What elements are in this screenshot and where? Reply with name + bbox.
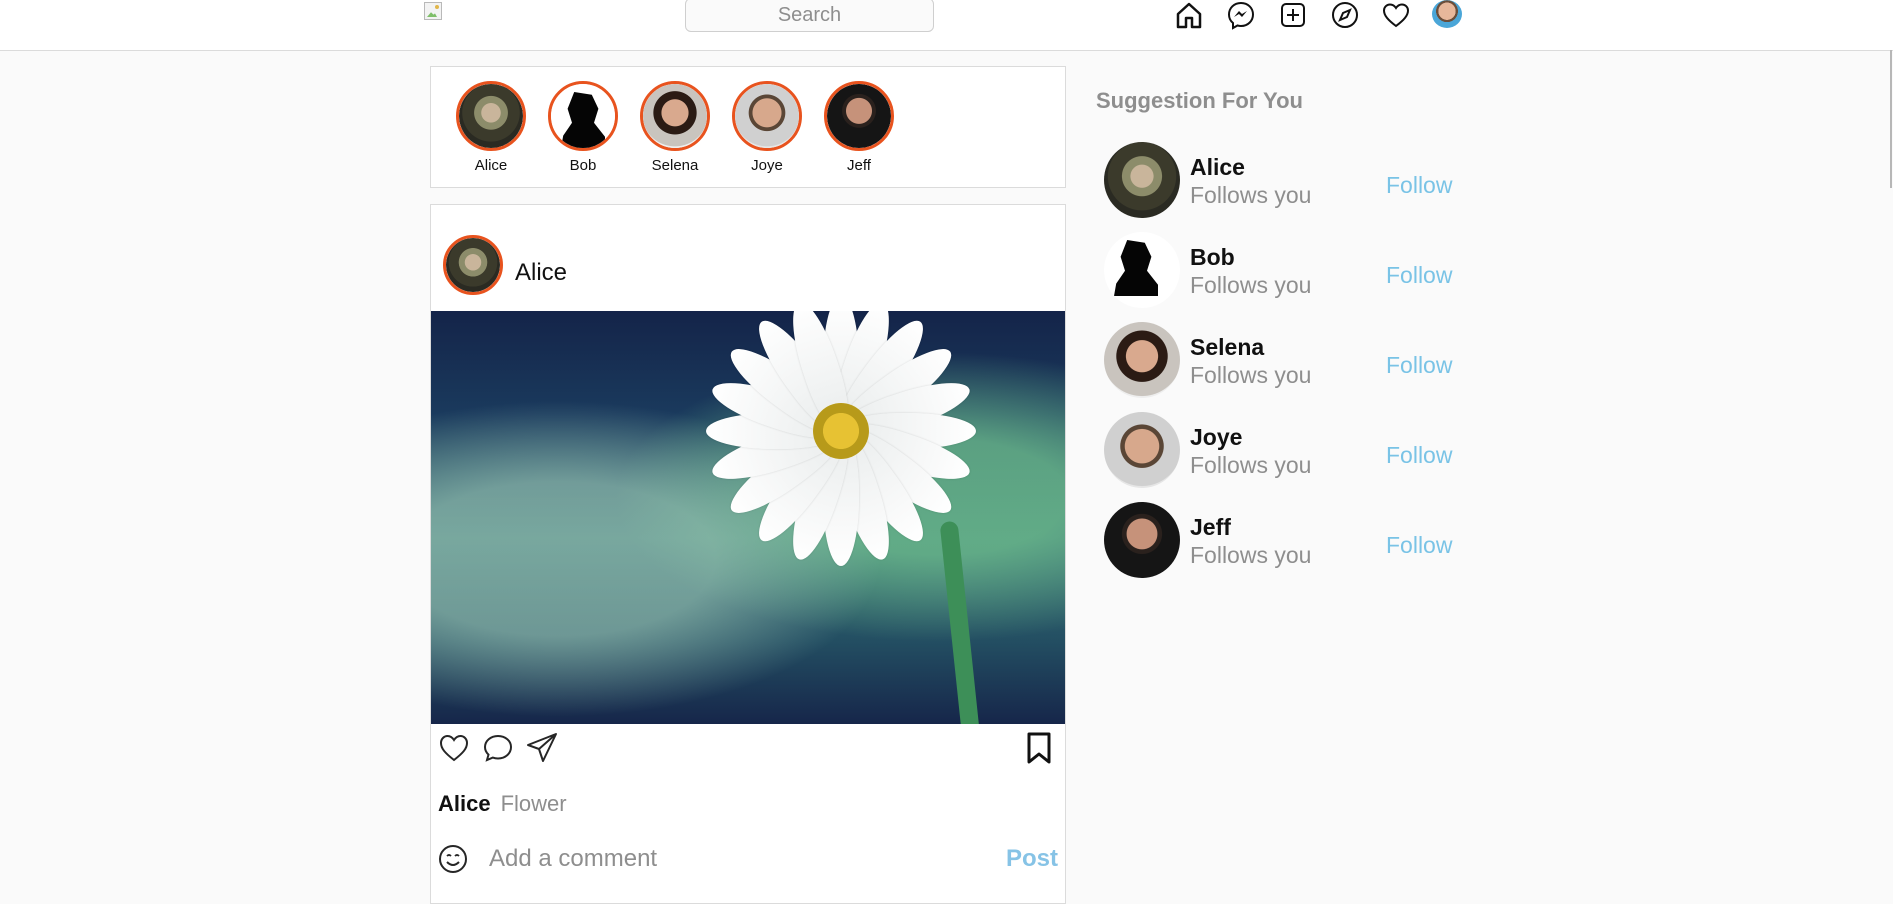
suggestion-subtitle: Follows you xyxy=(1190,542,1312,568)
avatar[interactable] xyxy=(1104,412,1180,488)
suggestion-name[interactable]: Jeff xyxy=(1190,514,1231,541)
suggestion-subtitle: Follows you xyxy=(1190,182,1312,208)
post-author-avatar[interactable] xyxy=(443,235,503,295)
search-input[interactable] xyxy=(685,0,934,32)
post-username[interactable]: Alice xyxy=(515,259,567,287)
story-avatar-ring xyxy=(456,81,526,151)
suggestions-panel: Suggestion For You Alice Follows you Fol… xyxy=(1096,88,1476,578)
suggestion-name[interactable]: Bob xyxy=(1190,244,1235,271)
avatar xyxy=(735,84,799,148)
suggestion-item: Selena Follows you Follow xyxy=(1104,322,1476,398)
new-post-icon[interactable] xyxy=(1278,0,1308,30)
story-name: Joye xyxy=(751,157,783,174)
follow-button[interactable]: Follow xyxy=(1386,172,1452,199)
avatar[interactable] xyxy=(1104,502,1180,578)
suggestion-name[interactable]: Selena xyxy=(1190,334,1264,361)
share-send-icon[interactable] xyxy=(525,731,559,765)
story-name: Alice xyxy=(474,157,508,174)
flower-stem xyxy=(939,520,981,724)
top-navigation-bar xyxy=(0,0,1893,51)
suggestion-subtitle: Follows you xyxy=(1190,272,1312,298)
caption-text: Flower xyxy=(500,791,567,816)
story-bob[interactable]: Bob xyxy=(543,81,623,174)
avatar xyxy=(446,238,500,292)
emoji-smile-icon[interactable] xyxy=(437,843,469,875)
avatar xyxy=(643,84,707,148)
avatar[interactable] xyxy=(1104,142,1180,218)
suggestion-item: Joye Follows you Follow xyxy=(1104,412,1476,488)
story-avatar-ring xyxy=(732,81,802,151)
story-name: Jeff xyxy=(847,157,871,174)
caption-username[interactable]: Alice xyxy=(438,791,491,816)
flower-center xyxy=(813,403,869,459)
suggestion-item: Bob Follows you Follow xyxy=(1104,232,1476,308)
suggestion-subtitle: Follows you xyxy=(1190,452,1312,478)
suggestions-title: Suggestion For You xyxy=(1096,88,1303,113)
post-image[interactable] xyxy=(431,311,1065,724)
comment-input[interactable] xyxy=(489,843,959,875)
follow-button[interactable]: Follow xyxy=(1386,352,1452,379)
story-avatar-ring xyxy=(640,81,710,151)
follow-button[interactable]: Follow xyxy=(1386,262,1452,289)
suggestion-name[interactable]: Alice xyxy=(1190,154,1245,181)
avatar[interactable] xyxy=(1104,232,1180,308)
suggestion-name[interactable]: Joye xyxy=(1190,424,1242,451)
story-avatar-ring xyxy=(548,81,618,151)
avatar xyxy=(459,84,523,148)
story-name: Selena xyxy=(651,157,699,174)
story-name: Bob xyxy=(569,157,597,174)
stories-tray: Alice Bob Selena Joye Jeff xyxy=(430,66,1066,188)
suggestion-item: Alice Follows you Follow xyxy=(1104,142,1476,218)
logo-broken-image-icon[interactable] xyxy=(424,2,446,22)
story-avatar-ring xyxy=(824,81,894,151)
scrollbar[interactable] xyxy=(1890,50,1892,188)
follow-button[interactable]: Follow xyxy=(1386,442,1452,469)
avatar xyxy=(827,84,891,148)
story-alice[interactable]: Alice xyxy=(451,81,531,174)
avatar xyxy=(551,84,615,148)
explore-icon[interactable] xyxy=(1330,0,1360,30)
like-heart-icon[interactable] xyxy=(437,731,471,765)
story-jeff[interactable]: Jeff xyxy=(819,81,899,174)
story-selena[interactable]: Selena xyxy=(635,81,715,174)
post-card: Alice Alice Flower Add a comment Post xyxy=(430,204,1066,904)
story-joye[interactable]: Joye xyxy=(727,81,807,174)
avatar[interactable] xyxy=(1104,322,1180,398)
suggestion-item: Jeff Follows you Follow xyxy=(1104,502,1476,578)
messenger-icon[interactable] xyxy=(1226,0,1256,30)
home-icon[interactable] xyxy=(1174,0,1204,30)
comment-icon[interactable] xyxy=(481,731,515,765)
activity-heart-icon[interactable] xyxy=(1381,0,1411,30)
suggestion-subtitle: Follows you xyxy=(1190,362,1312,388)
add-comment-row: Post xyxy=(431,839,1065,883)
follow-button[interactable]: Follow xyxy=(1386,532,1452,559)
profile-avatar[interactable] xyxy=(1432,0,1462,28)
post-caption: Alice Flower xyxy=(438,791,567,817)
post-comment-button[interactable]: Post xyxy=(1006,845,1058,873)
bookmark-icon[interactable] xyxy=(1024,731,1054,765)
